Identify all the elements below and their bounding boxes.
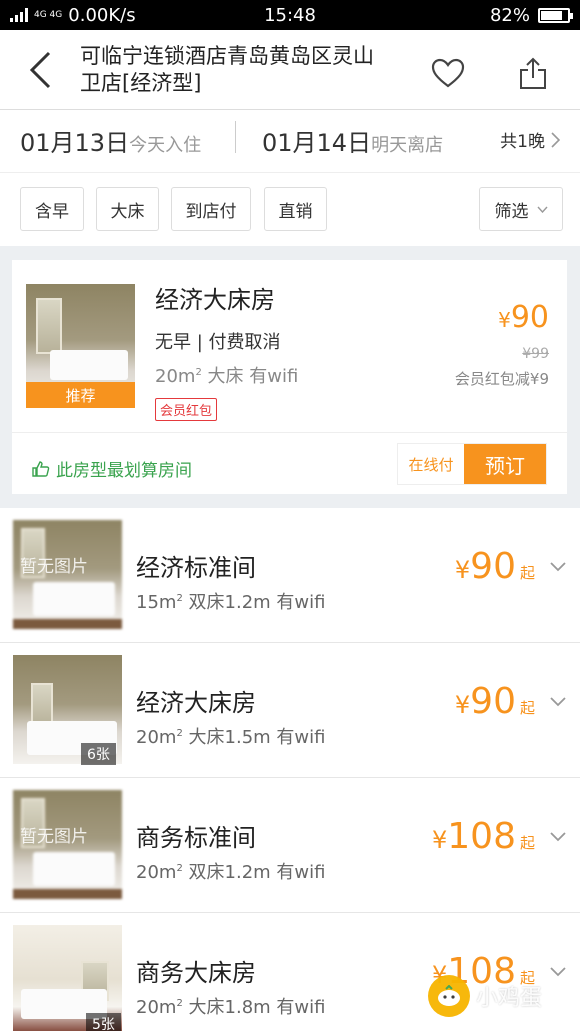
book-button[interactable]: 预订	[464, 444, 546, 484]
status-bar: 4G 4G 0.00K/s 15:48 82%	[0, 0, 580, 30]
best-deal-tip: 此房型最划算房间	[32, 456, 192, 481]
room-spec: 20m2 大床1.5m 有wifi	[136, 727, 326, 748]
nights-label: 共1晚	[500, 132, 545, 152]
chevron-left-icon	[29, 51, 51, 88]
member-redpacket-badge: 会员红包	[155, 398, 218, 421]
room-price: ¥108 起	[431, 816, 535, 857]
room-spec: 15m2 双床1.2m 有wifi	[136, 592, 326, 613]
card-divider	[12, 432, 567, 433]
room-name: 经济大床房	[136, 689, 256, 717]
checkout-date-value: 01月14日	[262, 129, 372, 157]
share-icon	[519, 57, 546, 89]
featured-room-policy: 无早 | 付费取消	[155, 332, 281, 353]
date-selector[interactable]: 01月13日今天入住 01月14日明天离店 共1晚	[0, 111, 580, 173]
battery-percent: 82%	[489, 4, 530, 26]
room-price: ¥90 起	[454, 681, 535, 722]
checkin-date[interactable]: 01月13日今天入住	[20, 123, 201, 158]
room-name: 经济标准间	[136, 554, 256, 582]
signal-icon	[10, 8, 28, 22]
chevron-down-icon[interactable]	[550, 562, 566, 572]
chevron-right-icon	[551, 131, 560, 148]
room-list-item[interactable]: 6张 经济大床房 20m2 大床1.5m 有wifi ¥90 起	[0, 643, 580, 778]
room-price: ¥90 起	[454, 546, 535, 587]
network-label: 4G 4G	[34, 9, 63, 20]
checkin-date-value: 01月13日	[20, 129, 130, 157]
book-box: 在线付 预订	[397, 443, 547, 485]
date-divider	[235, 121, 236, 153]
featured-price: ¥90	[498, 300, 549, 335]
photo-count: 5张	[86, 1013, 121, 1031]
chevron-down-icon[interactable]	[550, 832, 566, 842]
heart-icon	[431, 58, 464, 87]
no-image-label: 暂无图片	[20, 557, 88, 577]
network-speed: 0.00K/s	[68, 4, 136, 26]
battery-icon	[538, 7, 573, 23]
checkout-date[interactable]: 01月14日明天离店	[262, 123, 443, 158]
share-button[interactable]	[505, 45, 560, 100]
featured-original-price: ¥99	[522, 346, 549, 362]
room-list-item[interactable]: 暂无图片 商务标准间 20m2 双床1.2m 有wifi ¥108 起	[0, 778, 580, 913]
room-spec: 20m2 大床1.8m 有wifi	[136, 997, 326, 1018]
room-spec: 20m2 双床1.2m 有wifi	[136, 862, 326, 883]
page-title: 可临宁连锁酒店青岛黄岛区灵山卫店[经济型]	[80, 43, 374, 95]
back-button[interactable]	[0, 30, 80, 110]
featured-room-name: 经济大床房	[155, 286, 275, 314]
featured-section: 推荐 经济大床房 无早 | 付费取消 20m2 大床 有wifi 会员红包 ¥9…	[0, 246, 580, 508]
filter-screen-button[interactable]: 筛选	[479, 187, 563, 231]
nights-count[interactable]: 共1晚	[500, 127, 560, 152]
hotel-header: 可临宁连锁酒店青岛黄岛区灵山卫店[经济型]	[0, 30, 580, 110]
thumbs-up-icon	[32, 460, 50, 477]
photo-count: 6张	[81, 743, 116, 765]
watermark: 小鸡蛋	[428, 975, 542, 1017]
room-name: 商务标准间	[136, 824, 256, 852]
favorite-button[interactable]	[420, 45, 475, 100]
chevron-down-icon[interactable]	[550, 967, 566, 977]
room-name: 商务大床房	[136, 959, 256, 987]
filter-direct-sale[interactable]: 直销	[264, 187, 327, 231]
featured-discount: 会员红包减¥9	[454, 370, 549, 388]
checkin-label: 今天入住	[129, 135, 202, 156]
room-list-item[interactable]: 暂无图片 经济标准间 15m2 双床1.2m 有wifi ¥90 起	[0, 508, 580, 643]
chevron-down-icon[interactable]	[550, 697, 566, 707]
watermark-logo-icon	[428, 975, 470, 1017]
filter-bar: 含早 大床 到店付 直销 筛选	[0, 174, 580, 246]
recommend-tag: 推荐	[26, 382, 135, 408]
featured-room-card[interactable]: 推荐 经济大床房 无早 | 付费取消 20m2 大床 有wifi 会员红包 ¥9…	[12, 260, 567, 494]
chevron-down-icon	[536, 206, 548, 213]
filter-screen-label: 筛选	[494, 201, 529, 222]
watermark-text: 小鸡蛋	[476, 986, 543, 1011]
featured-room-spec: 20m2 大床 有wifi	[155, 366, 299, 387]
filter-breakfast[interactable]: 含早	[20, 187, 84, 231]
pay-online-label: 在线付	[398, 444, 464, 484]
filter-pay-at-hotel[interactable]: 到店付	[171, 187, 251, 231]
checkout-label: 明天离店	[371, 135, 444, 156]
best-deal-text: 此房型最划算房间	[56, 461, 192, 481]
no-image-label: 暂无图片	[20, 827, 88, 847]
filter-big-bed[interactable]: 大床	[96, 187, 159, 231]
